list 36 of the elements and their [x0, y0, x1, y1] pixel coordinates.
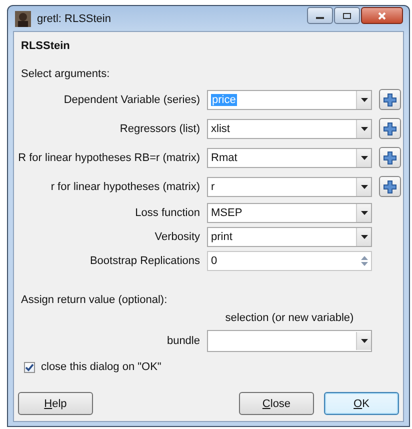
maximize-button[interactable]	[334, 7, 360, 24]
dialog-button[interactable]: OK	[324, 392, 399, 415]
argument-label: Verbosity	[154, 231, 200, 243]
checkbox-label: close this dialog on "OK"	[41, 361, 162, 373]
combo-box[interactable]: xlist	[207, 118, 372, 138]
maximize-icon	[342, 12, 352, 20]
combo-box[interactable]: Rmat	[207, 148, 372, 168]
return-type-label: bundle	[166, 335, 200, 347]
combo-box[interactable]: r	[207, 176, 372, 196]
combo-box[interactable]: print	[207, 227, 372, 247]
close-icon	[377, 12, 387, 20]
add-button[interactable]	[379, 147, 401, 168]
close-button[interactable]	[361, 7, 403, 24]
argument-label: Bootstrap Replications	[90, 255, 200, 267]
spin-up-icon[interactable]	[360, 256, 368, 260]
dialog-button[interactable]: Close	[239, 392, 314, 415]
section-label: Assign return value (optional):	[20, 294, 168, 306]
combo-box[interactable]: MSEP	[207, 203, 372, 223]
argument-label: Loss function	[135, 207, 200, 219]
add-button[interactable]	[379, 176, 401, 197]
spin-down-icon[interactable]	[360, 262, 368, 266]
dialog-button[interactable]: Help	[18, 392, 93, 415]
checkbox[interactable]	[24, 362, 35, 372]
argument-label: R for linear hypotheses RB=r (matrix)	[18, 152, 200, 164]
column-heading: selection (or new variable)	[225, 312, 354, 324]
app-icon	[15, 10, 31, 26]
argument-label: Dependent Variable (series)	[64, 94, 200, 106]
section-label: Select arguments:	[20, 68, 111, 80]
add-button[interactable]	[379, 89, 401, 110]
dialog-heading: RLSStein	[20, 40, 71, 52]
window-title: gretl: RLSStein	[37, 12, 112, 24]
argument-label: r for linear hypotheses (matrix)	[50, 180, 200, 192]
add-button[interactable]	[379, 118, 401, 139]
argument-label: Regressors (list)	[120, 122, 200, 134]
minimize-button[interactable]	[307, 7, 333, 24]
spin-field[interactable]: 0	[207, 251, 372, 271]
